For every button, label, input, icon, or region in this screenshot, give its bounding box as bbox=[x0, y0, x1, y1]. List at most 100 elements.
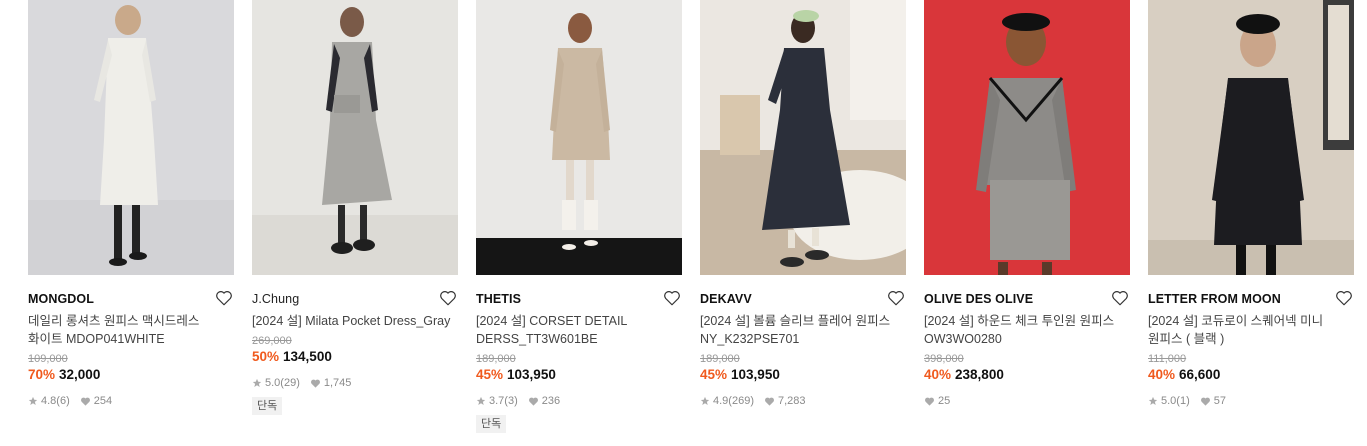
brand-name[interactable]: OLIVE DES OLIVE bbox=[924, 289, 1130, 309]
price-row: 70% 32,000 bbox=[28, 366, 234, 384]
sale-price: 103,950 bbox=[731, 367, 780, 382]
heart-filled-icon bbox=[765, 397, 774, 406]
wishlist-heart-icon[interactable] bbox=[1335, 289, 1353, 307]
price-row: 45% 103,950 bbox=[476, 366, 682, 384]
discount-rate: 50% bbox=[252, 349, 280, 364]
product-meta: 5.0 (1) 57 bbox=[1148, 394, 1354, 408]
price-row: 45% 103,950 bbox=[700, 366, 906, 384]
original-price: 189,000 bbox=[700, 353, 740, 365]
product-grid: MONGDOL 데일리 롱셔츠 원피스 맥시드레스 화이트 MDOP041WHI… bbox=[0, 0, 1367, 446]
review-count: (1) bbox=[1176, 395, 1190, 407]
product-image[interactable] bbox=[924, 0, 1130, 275]
rating-value: 4.9 bbox=[713, 395, 729, 407]
product-image[interactable] bbox=[252, 0, 458, 275]
rating-value: 5.0 bbox=[1161, 395, 1177, 407]
discount-rate: 40% bbox=[1148, 367, 1176, 382]
review-count: (6) bbox=[56, 395, 70, 407]
wishlist-heart-icon[interactable] bbox=[1111, 289, 1129, 307]
product-card[interactable]: MONGDOL 데일리 롱셔츠 원피스 맥시드레스 화이트 MDOP041WHI… bbox=[28, 0, 234, 408]
rating: 5.0 (29) bbox=[252, 376, 300, 390]
like-count: 57 bbox=[1213, 395, 1226, 407]
brand-name[interactable]: J.Chung bbox=[252, 289, 458, 309]
heart-filled-icon bbox=[310, 379, 320, 388]
rating: 4.9 (269) bbox=[700, 394, 754, 408]
review-count: (29) bbox=[280, 377, 300, 389]
heart-filled-icon bbox=[1200, 397, 1210, 406]
rating-value: 3.7 bbox=[489, 395, 505, 407]
original-price: 111,000 bbox=[1148, 353, 1187, 365]
product-meta: 3.7 (3) 236 bbox=[476, 394, 682, 408]
like-count: 236 bbox=[541, 395, 561, 407]
discount-rate: 45% bbox=[476, 367, 504, 382]
likes: 57 bbox=[1200, 394, 1226, 408]
product-card[interactable]: DEKAVV [2024 설] 볼륨 슬리브 플레어 원피스 NY_K232PS… bbox=[700, 0, 906, 408]
sale-price: 134,500 bbox=[283, 349, 332, 364]
likes: 25 bbox=[924, 394, 950, 408]
star-icon bbox=[1148, 396, 1158, 405]
sale-price: 103,950 bbox=[507, 367, 556, 382]
heart-filled-icon bbox=[528, 397, 538, 406]
like-count: 1,745 bbox=[323, 377, 352, 389]
product-name[interactable]: [2024 설] Milata Pocket Dress_Gray bbox=[252, 312, 458, 330]
product-name[interactable]: [2024 설] 하운드 체크 투인원 원피스 OW3WO0280 bbox=[924, 312, 1130, 348]
product-meta: 25 bbox=[924, 394, 1130, 408]
brand-name[interactable]: THETIS bbox=[476, 289, 682, 309]
star-icon bbox=[700, 396, 710, 405]
likes: 7,283 bbox=[764, 394, 806, 408]
discount-rate: 45% bbox=[700, 367, 728, 382]
likes: 254 bbox=[80, 394, 112, 408]
exclusive-badge: 단독 bbox=[476, 415, 507, 433]
product-name[interactable]: [2024 설] 코듀로이 스퀘어넥 미니 원피스 ( 블랙 ) bbox=[1148, 312, 1354, 348]
star-icon bbox=[476, 396, 486, 405]
product-card[interactable]: LETTER FROM MOON [2024 설] 코듀로이 스퀘어넥 미니 원… bbox=[1148, 0, 1354, 408]
product-name[interactable]: 데일리 롱셔츠 원피스 맥시드레스 화이트 MDOP041WHITE bbox=[28, 312, 234, 348]
like-count: 25 bbox=[938, 395, 951, 407]
wishlist-heart-icon[interactable] bbox=[439, 289, 457, 307]
review-count: (3) bbox=[504, 395, 518, 407]
like-count: 7,283 bbox=[777, 395, 806, 407]
heart-filled-icon bbox=[80, 397, 90, 406]
product-meta: 4.8 (6) 254 bbox=[28, 394, 234, 408]
product-image[interactable] bbox=[476, 0, 682, 275]
brand-name[interactable]: LETTER FROM MOON bbox=[1148, 289, 1354, 309]
exclusive-badge: 단독 bbox=[252, 397, 283, 415]
rating: 3.7 (3) bbox=[476, 394, 518, 408]
wishlist-heart-icon[interactable] bbox=[215, 289, 233, 307]
heart-filled-icon bbox=[925, 397, 934, 406]
product-card[interactable]: J.Chung [2024 설] Milata Pocket Dress_Gra… bbox=[252, 0, 458, 415]
rating: 5.0 (1) bbox=[1148, 394, 1190, 408]
price-row: 40% 66,600 bbox=[1148, 366, 1354, 384]
brand-name[interactable]: DEKAVV bbox=[700, 289, 906, 309]
discount-rate: 40% bbox=[924, 367, 952, 382]
product-card[interactable]: OLIVE DES OLIVE [2024 설] 하운드 체크 투인원 원피스 … bbox=[924, 0, 1130, 408]
product-name[interactable]: [2024 설] 볼륨 슬리브 플레어 원피스 NY_K232PSE701 bbox=[700, 312, 906, 348]
original-price: 189,000 bbox=[476, 353, 516, 365]
discount-rate: 70% bbox=[28, 367, 56, 382]
product-meta: 4.9 (269) 7,283 bbox=[700, 394, 906, 408]
rating-value: 5.0 bbox=[265, 377, 281, 389]
wishlist-heart-icon[interactable] bbox=[663, 289, 681, 307]
brand-name[interactable]: MONGDOL bbox=[28, 289, 234, 309]
original-price: 269,000 bbox=[252, 335, 292, 347]
product-image[interactable] bbox=[1148, 0, 1354, 275]
likes: 1,745 bbox=[310, 376, 352, 390]
wishlist-heart-icon[interactable] bbox=[887, 289, 905, 307]
price-row: 50% 134,500 bbox=[252, 348, 458, 366]
review-count: (269) bbox=[728, 395, 754, 407]
original-price: 398,000 bbox=[924, 353, 964, 365]
sale-price: 66,600 bbox=[1179, 367, 1221, 382]
likes: 236 bbox=[528, 394, 560, 408]
product-image[interactable] bbox=[700, 0, 906, 275]
product-card[interactable]: THETIS [2024 설] CORSET DETAIL DERSS_TT3W… bbox=[476, 0, 682, 433]
price-row: 40% 238,800 bbox=[924, 366, 1130, 384]
rating: 4.8 (6) bbox=[28, 394, 70, 408]
product-meta: 5.0 (29) 1,745 bbox=[252, 376, 458, 390]
original-price: 109,000 bbox=[28, 353, 68, 365]
sale-price: 32,000 bbox=[59, 367, 101, 382]
star-icon bbox=[252, 378, 262, 387]
product-image[interactable] bbox=[28, 0, 234, 275]
product-name[interactable]: [2024 설] CORSET DETAIL DERSS_TT3W601BE bbox=[476, 312, 682, 348]
star-icon bbox=[28, 396, 38, 405]
rating-value: 4.8 bbox=[41, 395, 57, 407]
like-count: 254 bbox=[93, 395, 113, 407]
